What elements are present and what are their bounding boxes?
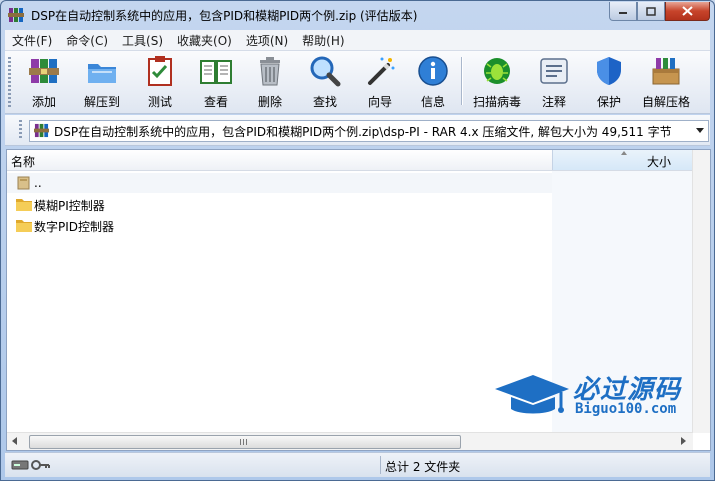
- sfx-button[interactable]: 自解压格: [641, 54, 691, 110]
- drive-key-icon[interactable]: [11, 458, 51, 472]
- test-button[interactable]: 测试: [135, 54, 185, 110]
- menu-options[interactable]: 选项(N): [239, 32, 295, 49]
- info-button[interactable]: 信息: [408, 54, 458, 110]
- watermark-url: Biguo100.com: [575, 401, 677, 417]
- window-title: DSP在自动控制系统中的应用，包含PID和模糊PID两个例.zip (评估版本): [31, 9, 418, 23]
- close-button[interactable]: [665, 2, 710, 21]
- address-path-field[interactable]: DSP在自动控制系统中的应用，包含PID和模糊PID两个例.zip\dsp-PI…: [29, 120, 709, 142]
- menu-tools[interactable]: 工具(S): [115, 32, 170, 49]
- trash-delete-icon: [260, 57, 280, 86]
- menu-commands[interactable]: 命令(C): [59, 32, 115, 49]
- graduation-cap-icon: [495, 375, 569, 414]
- list-item-name: ..: [34, 176, 42, 190]
- window-controls: [609, 2, 710, 21]
- parent-folder-icon: [17, 176, 30, 190]
- delete-label: 删除: [257, 95, 282, 109]
- toolbar-grip[interactable]: [8, 57, 11, 107]
- menu-bar: 文件(F) 命令(C) 工具(S) 收藏夹(O) 选项(N) 帮助(H): [5, 30, 710, 51]
- sfx-label: 自解压格: [641, 95, 690, 109]
- list-item[interactable]: 数字PID控制器: [7, 215, 552, 235]
- magnifier-find-icon: [310, 56, 341, 87]
- book-view-icon: [200, 60, 232, 84]
- virus-scan-label: 扫描病毒: [472, 95, 521, 109]
- comment-icon: [540, 58, 568, 84]
- horizontal-scrollbar[interactable]: [7, 432, 693, 450]
- address-grip[interactable]: [19, 120, 22, 140]
- horizontal-scroll-thumb[interactable]: [29, 435, 461, 449]
- thumb-grip-icon: [240, 439, 248, 445]
- sfx-box-icon: [652, 58, 680, 85]
- column-size-label: 大小: [646, 155, 671, 169]
- toolbar: 添加 解压到 测试 查看 删除 查找 向导 信息 扫描病毒 注释 保护 自解压格: [5, 51, 710, 114]
- vertical-scrollbar[interactable]: [692, 150, 710, 433]
- minimize-button[interactable]: [609, 2, 637, 21]
- winrar-app-icon[interactable]: [8, 7, 24, 23]
- maximize-button[interactable]: [637, 2, 665, 21]
- view-label: 查看: [203, 95, 228, 109]
- menu-help[interactable]: 帮助(H): [295, 32, 351, 49]
- column-header: 名称 大小: [7, 150, 710, 171]
- watermark-logo: 必过源码 Biguo100.com: [489, 367, 694, 427]
- menu-file[interactable]: 文件(F): [5, 32, 59, 49]
- shield-protect-icon: [597, 57, 621, 85]
- winrar-window: DSP在自动控制系统中的应用，包含PID和模糊PID两个例.zip (评估版本)…: [0, 0, 715, 481]
- address-path-text: DSP在自动控制系统中的应用，包含PID和模糊PID两个例.zip\dsp-PI…: [54, 125, 672, 139]
- magic-wand-icon: [368, 57, 395, 85]
- add-label: 添加: [31, 95, 56, 109]
- info-label: 信息: [420, 95, 445, 109]
- status-summary: 总计 2 文件夹: [385, 460, 461, 474]
- scroll-left-icon[interactable]: [12, 437, 17, 445]
- virus-scan-button[interactable]: 扫描病毒: [472, 54, 522, 110]
- sort-up-icon: [621, 151, 627, 155]
- comment-label: 注释: [541, 95, 566, 109]
- scroll-right-icon[interactable]: [681, 437, 686, 445]
- delete-button[interactable]: 删除: [245, 54, 295, 110]
- folder-extract-icon: [88, 64, 116, 83]
- extract-to-label: 解压到: [83, 95, 120, 109]
- status-bar: 总计 2 文件夹: [5, 452, 710, 477]
- wizard-button[interactable]: 向导: [355, 54, 405, 110]
- info-icon: [418, 56, 448, 86]
- checklist-test-icon: [148, 56, 172, 86]
- close-icon: [682, 6, 693, 16]
- address-bar: DSP在自动控制系统中的应用，包含PID和模糊PID两个例.zip\dsp-PI…: [5, 115, 710, 146]
- status-separator: [380, 456, 381, 474]
- find-label: 查找: [312, 95, 337, 109]
- add-button[interactable]: 添加: [19, 54, 69, 110]
- list-item[interactable]: 模糊PI控制器: [7, 194, 552, 214]
- maximize-icon: [646, 6, 656, 16]
- minimize-icon: [619, 12, 627, 14]
- list-item-name: 数字PID控制器: [34, 220, 115, 234]
- view-button[interactable]: 查看: [191, 54, 241, 110]
- test-label: 测试: [147, 95, 172, 109]
- extract-to-button[interactable]: 解压到: [77, 54, 127, 110]
- folder-icon: [16, 220, 32, 232]
- archive-icon: [34, 123, 49, 138]
- chevron-down-icon[interactable]: [696, 128, 704, 133]
- folder-icon: [16, 199, 32, 211]
- menu-favorites[interactable]: 收藏夹(O): [170, 32, 239, 49]
- find-button[interactable]: 查找: [300, 54, 350, 110]
- column-name-header[interactable]: 名称: [11, 153, 35, 170]
- list-item-name: 模糊PI控制器: [34, 199, 105, 213]
- protect-button[interactable]: 保护: [584, 54, 634, 110]
- toolbar-separator: [461, 57, 463, 105]
- books-add-icon: [29, 59, 59, 83]
- title-bar[interactable]: DSP在自动控制系统中的应用，包含PID和模糊PID两个例.zip (评估版本): [1, 1, 714, 29]
- list-item-parent[interactable]: ..: [7, 173, 552, 193]
- virus-scan-icon: [484, 58, 510, 84]
- protect-label: 保护: [596, 95, 621, 109]
- comment-button[interactable]: 注释: [529, 54, 579, 110]
